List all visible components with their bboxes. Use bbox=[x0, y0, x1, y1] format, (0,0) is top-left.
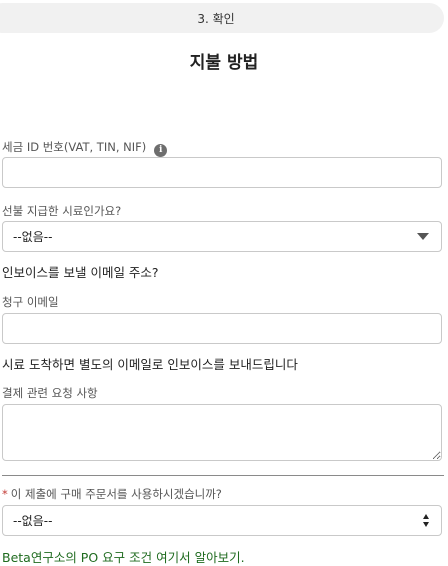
prepaid-selected-value: --없음-- bbox=[13, 230, 53, 244]
required-mark: * bbox=[2, 487, 8, 501]
billing-email-label: 청구 이메일 bbox=[2, 295, 59, 309]
section-divider bbox=[2, 475, 444, 476]
purchase-order-select[interactable]: --없음-- bbox=[2, 505, 442, 536]
payment-request-label: 결제 관련 요청 사항 bbox=[2, 386, 98, 400]
down-arrow-icon bbox=[423, 522, 429, 527]
chevron-down-icon bbox=[417, 233, 429, 240]
purchase-order-label: 이 제출에 구매 주문서를 사용하시겠습니까? bbox=[10, 487, 222, 501]
prepaid-label: 선불 지급한 시료인가요? bbox=[2, 204, 122, 218]
invoice-email-heading: 인보이스를 보낼 이메일 주소? bbox=[2, 265, 159, 280]
purchase-order-selected-value: --없음-- bbox=[13, 514, 53, 528]
prepaid-select[interactable]: --없음-- bbox=[2, 221, 442, 252]
purchase-order-label-row: * 이 제출에 구매 주문서를 사용하시겠습니까? bbox=[2, 486, 222, 502]
step-label: 3. 확인 bbox=[197, 11, 235, 26]
invoice-notice: 시료 도착하면 별도의 이메일로 인보이스를 보내드립니다 bbox=[2, 357, 298, 372]
payment-request-textarea[interactable] bbox=[2, 404, 442, 461]
tax-id-label-row: 세금 ID 번호(VAT, TIN, NIF) i bbox=[2, 139, 168, 157]
step-indicator: 3. 확인 bbox=[0, 3, 444, 33]
info-icon[interactable]: i bbox=[154, 144, 168, 157]
po-requirements-link[interactable]: Beta연구소의 PO 요구 조건 여기서 알아보기. bbox=[2, 547, 245, 566]
up-arrow-icon bbox=[423, 514, 429, 519]
tax-id-label: 세금 ID 번호(VAT, TIN, NIF) bbox=[2, 140, 147, 154]
updown-icon bbox=[423, 514, 429, 527]
tax-id-input[interactable] bbox=[2, 157, 442, 188]
billing-email-input[interactable] bbox=[2, 313, 442, 344]
page-title: 지불 방법 bbox=[189, 53, 259, 73]
